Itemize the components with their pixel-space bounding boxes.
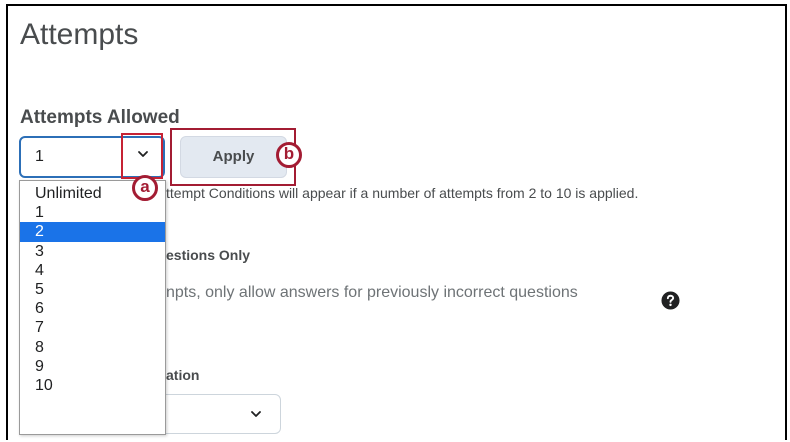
- attempts-dropdown-list: Unlimited 1 2 3 4 5 6 7 8 9 10: [19, 180, 166, 435]
- attempt-conditions-info: ttempt Conditions will appear if a numbe…: [166, 185, 639, 201]
- dropdown-option-9[interactable]: 9: [20, 357, 165, 376]
- callout-b: b: [276, 142, 302, 168]
- dropdown-option-5[interactable]: 5: [20, 280, 165, 299]
- question-circle-icon[interactable]: [661, 291, 680, 310]
- dropdown-option-2[interactable]: 2: [20, 222, 165, 242]
- dropdown-option-1[interactable]: 1: [20, 203, 165, 222]
- dropdown-option-10[interactable]: 10: [20, 376, 165, 395]
- dropdown-option-8[interactable]: 8: [20, 338, 165, 357]
- incorrect-questions-option[interactable]: npts, only allow answers for previously …: [166, 284, 578, 302]
- page-title: Attempts: [20, 18, 139, 51]
- chevron-down-icon[interactable]: [137, 148, 149, 160]
- chevron-down-icon[interactable]: [250, 408, 262, 420]
- dropdown-option-6[interactable]: 6: [20, 299, 165, 318]
- dropdown-option-3[interactable]: 3: [20, 242, 165, 261]
- overall-grade-heading: ation: [166, 367, 200, 383]
- apply-button[interactable]: Apply: [180, 136, 287, 178]
- callout-a: a: [132, 175, 158, 201]
- dropdown-option-7[interactable]: 7: [20, 318, 165, 337]
- attempts-allowed-label: Attempts Allowed: [20, 107, 180, 128]
- dropdown-option-4[interactable]: 4: [20, 261, 165, 280]
- incorrect-questions-heading: estions Only: [166, 247, 251, 263]
- attempts-allowed-value: 1: [35, 148, 44, 165]
